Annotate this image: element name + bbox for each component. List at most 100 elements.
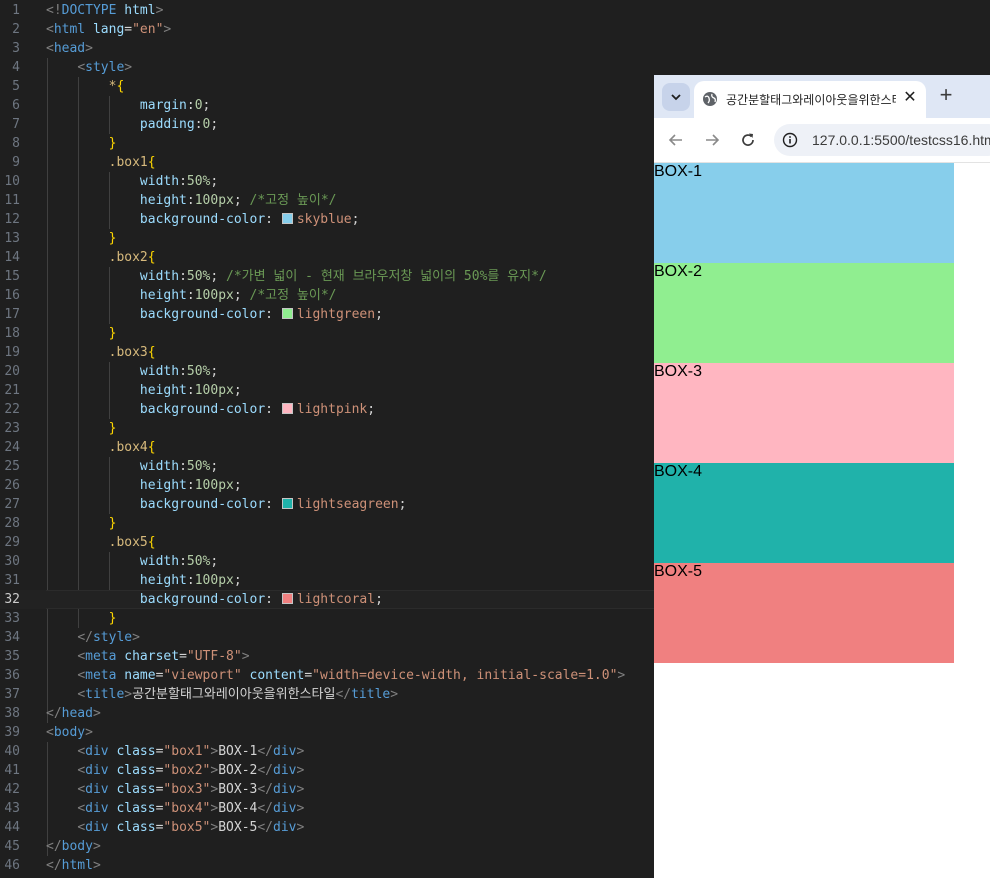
line-number: 11 [4,193,20,208]
browser-toolbar: 127.0.0.1:5500/testcss16.html [654,118,990,163]
color-swatch-icon[interactable] [281,308,293,319]
line-number: 26 [4,478,20,493]
code-text: <div class="box4">BOX-4</div> [77,801,305,816]
line-number: 39 [4,725,20,740]
line-number: 12 [4,212,20,227]
code-text: width:50%; [139,554,219,569]
line-number: 34 [4,630,20,645]
line-number: 41 [4,763,20,778]
line-number: 29 [4,535,20,550]
code-text: *{ [108,79,125,94]
arrow-left-icon [668,134,682,146]
plus-icon[interactable]: + [936,83,956,107]
code-text: <body> [46,725,93,740]
line-number: 14 [4,250,20,265]
line-number: 6 [12,98,20,113]
code-text: padding:0; [139,117,219,132]
line-number: 8 [12,136,20,151]
code-text: <head> [46,41,93,56]
code-text: height:100px; /*고정 높이*/ [139,288,337,303]
forward-button[interactable] [702,130,722,150]
code-text: .box3{ [108,345,156,360]
line-number: 23 [4,421,20,436]
close-icon[interactable]: ✕ [902,89,918,107]
code-text: .box4{ [108,440,156,455]
address-bar[interactable]: 127.0.0.1:5500/testcss16.html [774,124,990,156]
color-swatch-icon[interactable] [281,593,293,604]
code-text: <title>공간분할태그와레이아웃을위한스타일</title> [77,687,399,702]
line-number: 45 [4,839,20,854]
line-number: 17 [4,307,20,322]
code-text: height:100px; [139,478,242,493]
color-swatch-icon[interactable] [281,403,293,414]
page-viewport: BOX-1 BOX-2 BOX-3 BOX-4 BOX-5 [654,163,990,878]
line-number: 46 [4,858,20,873]
color-swatch-icon[interactable] [281,498,293,509]
tab-strip: 공간분할태그와레이아웃을위한스타일 ✕ + [654,75,990,118]
code-text: </body> [46,839,101,854]
code-text: .box5{ [108,535,156,550]
line-number: 15 [4,269,20,284]
code-text: } [108,611,117,626]
code-text: .box2{ [108,250,156,265]
line-number: 37 [4,687,20,702]
line-number: 21 [4,383,20,398]
code-text: <!DOCTYPE html> [46,3,164,18]
code-text: width:50%; [139,364,219,379]
code-text: <div class="box1">BOX-1</div> [77,744,305,759]
line-number: 31 [4,573,20,588]
line-number: 30 [4,554,20,569]
code-text: </html> [46,858,101,873]
line-number: 5 [12,79,20,94]
reload-icon [742,133,754,146]
line-number: 40 [4,744,20,759]
tab-search-button[interactable] [662,83,690,111]
code-text: width:50%; [139,459,219,474]
back-button[interactable] [666,130,686,150]
browser-window: 공간분할태그와레이아웃을위한스타일 ✕ + 127.0.0.1:5500/tes… [654,75,990,878]
box-1: BOX-1 [654,163,954,263]
code-text: } [108,421,117,436]
code-text: height:100px; /*고정 높이*/ [139,193,337,208]
line-number: 33 [4,611,20,626]
line-number: 20 [4,364,20,379]
code-text: height:100px; [139,383,242,398]
url-text: 127.0.0.1:5500/testcss16.html [812,132,990,148]
arrow-right-icon [706,134,720,146]
box-3: BOX-3 [654,363,954,463]
code-text: <div class="box3">BOX-3</div> [77,782,305,797]
line-number: 35 [4,649,20,664]
code-line[interactable]: 2 <html lang="en"> [0,20,990,39]
tab-title: 공간분할태그와레이아웃을위한스타일 [726,93,896,107]
info-icon[interactable] [782,132,798,148]
box-5: BOX-5 [654,563,954,663]
line-number: 28 [4,516,20,531]
chevron-down-icon [671,94,681,101]
line-number: 44 [4,820,20,835]
line-number: 9 [12,155,20,170]
line-number: 24 [4,440,20,455]
code-text: height:100px; [139,573,242,588]
code-line[interactable]: 1 <!DOCTYPE html> [0,1,990,20]
code-text: <div class="box2">BOX-2</div> [77,763,305,778]
line-number: 36 [4,668,20,683]
code-text: } [108,231,117,246]
code-text: width:50%; /*가변 넓이 - 현재 브라우저창 넓이의 50%를 유… [139,269,547,284]
line-number: 13 [4,231,20,246]
color-swatch-icon[interactable] [281,213,293,224]
browser-tab[interactable]: 공간분할태그와레이아웃을위한스타일 ✕ [694,81,926,118]
code-text: } [108,516,117,531]
code-text: background-color: lightgreen; [139,307,383,322]
line-number: 43 [4,801,20,816]
code-text: <style> [77,60,133,75]
line-number: 38 [4,706,20,721]
line-number: 10 [4,174,20,189]
code-line[interactable]: 3 <head> [0,39,990,58]
code-text: background-color: lightcoral; [139,592,383,607]
reload-button[interactable] [738,130,758,150]
code-text: <div class="box5">BOX-5</div> [77,820,305,835]
code-text: background-color: lightseagreen; [139,497,407,512]
code-text: <html lang="en"> [46,22,172,37]
code-text: </head> [46,706,101,721]
line-number: 1 [12,3,20,18]
